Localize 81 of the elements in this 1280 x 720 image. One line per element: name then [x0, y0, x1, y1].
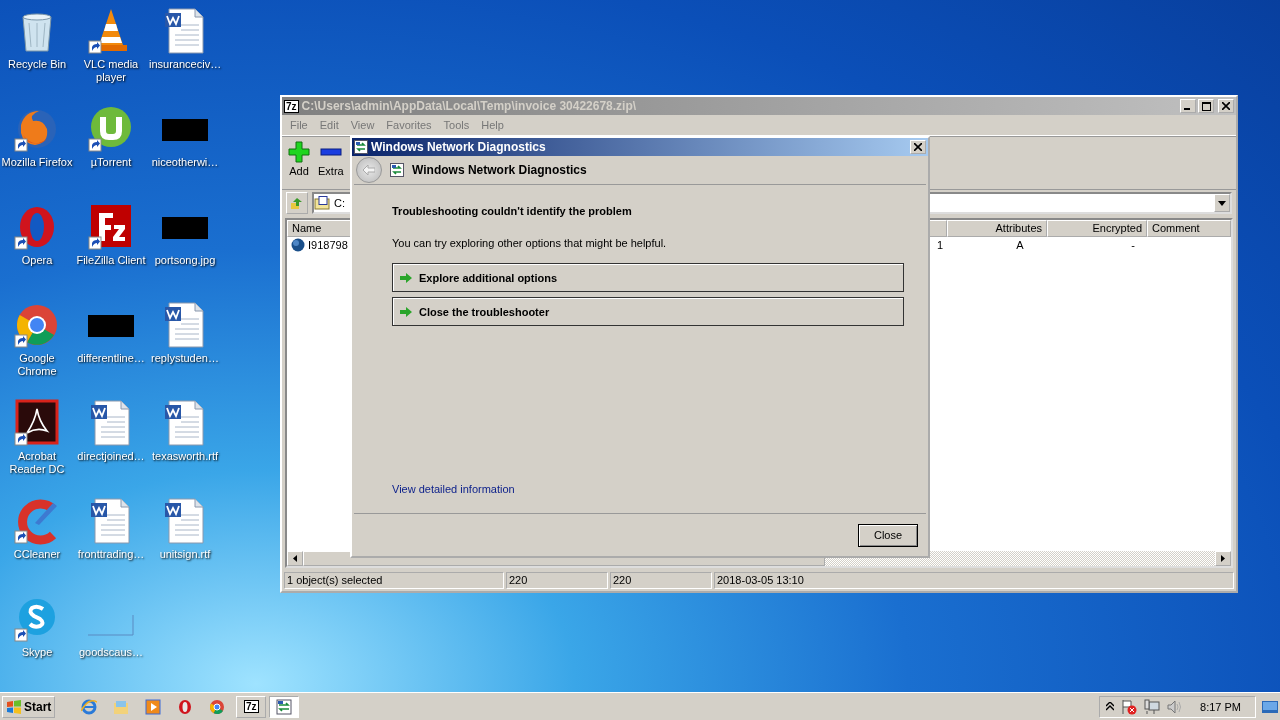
show-desktop-icon[interactable] — [1262, 700, 1278, 713]
desktop-icon-label[interactable]: insuranceciv… — [149, 58, 221, 71]
close-icon — [1222, 102, 1230, 110]
window-title: Windows Network Diagnostics — [371, 140, 546, 154]
dialog-header: Windows Network Diagnostics — [412, 163, 587, 177]
table-cell: 1 — [936, 239, 943, 251]
folder-up-icon — [290, 196, 304, 210]
app-logo: 7z — [284, 99, 299, 113]
network-app-icon — [276, 698, 293, 715]
menu-item[interactable]: Help — [475, 119, 510, 131]
table-cell: A — [1016, 239, 1024, 251]
speaker-icon[interactable] — [1167, 698, 1184, 715]
dropdown-arrow-icon — [1218, 200, 1226, 206]
arrow-icon — [399, 305, 413, 318]
table-cell: - — [1131, 239, 1135, 251]
result-heading: Troubleshooting couldn't identify the problem — [392, 205, 633, 217]
desktop-icon-label[interactable]: FileZilla Client — [76, 254, 146, 267]
taskbar-button[interactable] — [269, 695, 300, 718]
play-icon[interactable] — [145, 698, 162, 715]
desktop-icon-label[interactable]: portsong.jpg — [154, 254, 216, 267]
close-button[interactable]: Close — [858, 523, 918, 547]
network-app-icon — [390, 163, 404, 177]
hint-text: You can try exploring other options that might be helpful. — [392, 237, 668, 249]
toolbar-button[interactable]: Extra — [318, 141, 344, 185]
status-field: 2018-03-05 13:10 — [714, 572, 1234, 589]
column-header[interactable]: Comment — [1147, 220, 1231, 237]
clock[interactable]: 8:17 PM — [1200, 700, 1241, 713]
desktop-icon-label[interactable]: Mozilla Firefox — [1, 156, 73, 169]
globe-icon — [291, 238, 305, 252]
menu-item[interactable]: View — [344, 119, 381, 131]
desktop-icon-label[interactable]: niceotherwi… — [151, 156, 219, 169]
maximize-icon — [1201, 101, 1211, 111]
option-button[interactable]: Explore additional options — [392, 263, 904, 292]
scroll-left-button[interactable] — [287, 551, 303, 566]
window-title: C:\Users\admin\AppData\Local\Temp\invoice 30422678.zip\ — [301, 99, 637, 113]
desktop-icon-label[interactable]: replystuden… — [151, 352, 219, 365]
flag-error-icon[interactable] — [1121, 698, 1138, 715]
windows-flag-icon — [6, 699, 22, 714]
desktop-icon-label[interactable]: Google Chrome — [1, 352, 73, 378]
status-field: 220 — [506, 572, 608, 589]
opera-icon[interactable] — [177, 698, 194, 715]
chevron-up-icon[interactable] — [1106, 702, 1115, 711]
network-app-icon — [354, 140, 368, 154]
desktop-icon-label[interactable]: VLC media player — [75, 58, 147, 84]
minimize-button[interactable] — [1180, 99, 1196, 113]
option-button[interactable]: Close the troubleshooter — [392, 297, 904, 326]
right-arrow-icon — [1221, 555, 1225, 562]
menu-item[interactable]: File — [284, 119, 314, 131]
detail-link[interactable]: View detailed information — [392, 483, 515, 495]
desktop-icon-label[interactable]: µTorrent — [90, 156, 132, 169]
start-button[interactable]: Start — [2, 695, 56, 718]
toolbar-button[interactable]: Add — [288, 141, 310, 185]
desktop-icon-label[interactable]: Recycle Bin — [7, 58, 67, 71]
taskbar-button[interactable]: 7z — [236, 695, 267, 718]
menu-item[interactable]: Favorites — [380, 119, 438, 131]
desktop-icon-label[interactable]: texasworth.rtf — [152, 450, 218, 463]
close-button[interactable] — [1218, 99, 1234, 113]
desktop-icon-label[interactable]: differentline… — [77, 352, 145, 365]
status-field: 1 object(s) selected — [284, 572, 504, 589]
back-arrow-icon — [363, 165, 375, 175]
desktop-icon-label[interactable]: directjoined… — [77, 450, 145, 463]
scroll-right-button[interactable] — [1215, 551, 1231, 566]
maximize-button[interactable] — [1198, 99, 1214, 113]
menu-item[interactable]: Tools — [437, 119, 476, 131]
column-header[interactable]: Encrypted — [1047, 220, 1147, 237]
menu-item[interactable]: Edit — [313, 119, 345, 131]
ie-icon[interactable] — [81, 698, 98, 715]
chrome-icon[interactable] — [209, 698, 226, 715]
column-header[interactable]: Attributes — [947, 220, 1047, 237]
desktop-icon-label[interactable]: CCleaner — [13, 548, 61, 561]
arrow-icon — [399, 271, 413, 284]
close-icon — [914, 143, 922, 151]
status-field: 220 — [610, 572, 712, 589]
up-folder-button[interactable] — [286, 192, 308, 214]
close-button[interactable] — [910, 140, 926, 154]
desktop-icon-label[interactable]: Acrobat Reader DC — [1, 450, 73, 476]
pdf-icon[interactable] — [13, 399, 61, 447]
left-arrow-icon — [293, 555, 297, 562]
desktop-icon-label[interactable]: Opera — [21, 254, 53, 267]
network-icon[interactable] — [1144, 698, 1161, 715]
file-name[interactable]: I918798 — [308, 239, 348, 251]
